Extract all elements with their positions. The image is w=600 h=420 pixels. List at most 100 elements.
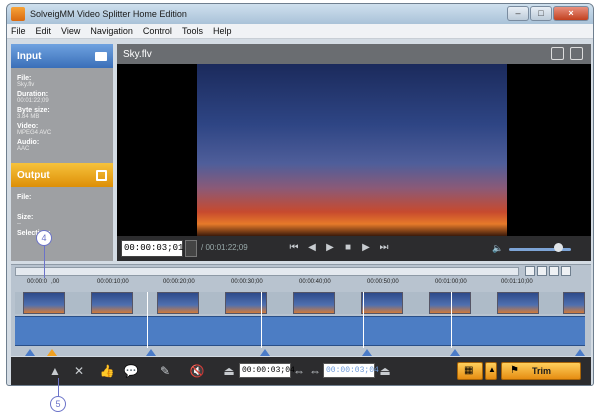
info-key: Byte size: [17, 107, 50, 114]
info-key: File: [17, 194, 32, 201]
save-icon[interactable] [96, 169, 107, 181]
input-panel-header[interactable]: Input [11, 44, 113, 68]
set-start-icon[interactable]: ⏏ [221, 363, 237, 379]
thumbs-up-icon[interactable]: 👍 [99, 363, 115, 379]
open-folder-icon[interactable] [95, 51, 107, 61]
zoom-reset-icon[interactable] [561, 266, 571, 276]
comment-icon[interactable]: 💬 [123, 363, 139, 379]
menu-edit[interactable]: Edit [36, 26, 52, 36]
thumbnail [91, 292, 133, 314]
input-info: File: Sky.flv Duration: 00:01:22;09 Byte… [11, 68, 113, 163]
info-value: 3.84 MB [17, 114, 40, 120]
video-filename: Sky.flv [123, 48, 152, 60]
marker-line [363, 292, 364, 348]
end-time-field[interactable]: 00:00:03;04 [323, 363, 379, 378]
zoom-fit-icon[interactable] [549, 266, 559, 276]
output-panel-header[interactable]: Output [11, 163, 113, 187]
menu-help[interactable]: Help [213, 26, 232, 36]
trash-icon[interactable] [570, 47, 583, 60]
link-icon[interactable]: ⇔ [307, 363, 323, 379]
remove-marker-icon[interactable]: ✕ [71, 363, 87, 379]
film-icon: ▦ [464, 365, 474, 376]
edit-toolbar: ▲ ✕ 👍 💬 ✎ 🔇 ⏏ 00:00:03;04 ⇔ ⇔ 00:00:03;0… [11, 357, 591, 385]
trim-label: Trim [532, 366, 552, 376]
playback-controls: 00:00:03;01 / 00:01:22;09 ⏮ ◀ ▶ ■ ▶ ⏭ 🔈 [117, 236, 591, 261]
jump-start-icon[interactable]: ⏮ [287, 241, 301, 255]
film-button[interactable]: ▦ [457, 362, 483, 380]
info-key: Video: [17, 123, 39, 130]
edit-icon[interactable]: ✎ [157, 363, 173, 379]
menu-navigation[interactable]: Navigation [90, 26, 133, 36]
thumbnail [497, 292, 539, 314]
time-spinner[interactable] [185, 240, 197, 257]
zoom-in-icon[interactable] [525, 266, 535, 276]
zoom-out-icon[interactable] [537, 266, 547, 276]
video-preview-image [197, 64, 507, 236]
volume-icon[interactable]: 🔈 [492, 243, 503, 254]
step-back-icon[interactable]: ◀ [305, 241, 319, 255]
jump-end-icon[interactable]: ⏭ [377, 241, 391, 255]
stop-icon[interactable]: ■ [341, 241, 355, 255]
marker[interactable] [362, 349, 372, 356]
trim-button[interactable]: ⚑ Trim [501, 362, 581, 380]
snapshot-icon[interactable] [551, 47, 564, 60]
set-end-icon[interactable]: ⏏ [377, 363, 393, 379]
marker-line [451, 292, 452, 348]
menu-control[interactable]: Control [143, 26, 172, 36]
mute-icon[interactable]: 🔇 [189, 363, 205, 379]
info-sidebar: Input File: Sky.flv Duration: 00:01:22;0… [11, 44, 113, 261]
info-key: Duration: [17, 91, 49, 98]
add-marker-icon[interactable]: ▲ [47, 363, 63, 379]
info-value [17, 201, 107, 211]
app-logo-icon [11, 7, 25, 21]
tick-label: 00:00:30;00 [231, 279, 263, 285]
marker-line [261, 292, 262, 348]
marker[interactable] [575, 349, 585, 356]
marker-line [147, 292, 148, 348]
volume-knob[interactable] [554, 243, 563, 252]
thumbnail [361, 292, 403, 314]
callout-line [44, 246, 45, 278]
info-key: Audio: [17, 139, 40, 146]
close-button[interactable]: × [553, 6, 589, 21]
play-icon[interactable]: ▶ [323, 241, 337, 255]
video-frame[interactable] [117, 64, 591, 236]
thumbnail [563, 292, 585, 314]
tick-label: ,00 [51, 279, 60, 285]
menu-view[interactable]: View [61, 26, 80, 36]
output-panel-title: Output [17, 169, 50, 181]
maximize-button[interactable]: □ [530, 6, 552, 21]
input-panel-title: Input [17, 50, 42, 62]
step-forward-icon[interactable]: ▶ [359, 241, 373, 255]
marker[interactable] [450, 349, 460, 356]
thumbnail-strip[interactable] [15, 292, 585, 314]
marker[interactable] [25, 349, 35, 356]
info-key: File: [17, 75, 32, 82]
start-time-field[interactable]: 00:00:03;04 [239, 363, 295, 378]
info-key: Selection: [17, 230, 51, 237]
video-header: Sky.flv [117, 44, 591, 64]
timeline-panel: 00:00:0 ,00 00:00:10;00 00:00:20;00 00:0… [11, 264, 591, 356]
video-player: Sky.flv 00:00:03;01 / 00:01:22;09 ⏮ ◀ ▶ … [117, 44, 591, 261]
window-title: SolveigMM Video Splitter Home Edition [30, 9, 187, 19]
audio-waveform[interactable] [15, 316, 585, 346]
app-window: SolveigMM Video Splitter Home Edition – … [6, 3, 594, 386]
marker[interactable] [146, 349, 156, 356]
menu-file[interactable]: File [11, 26, 26, 36]
tick-label: 00:00:40;00 [299, 279, 331, 285]
current-time-field[interactable]: 00:00:03;01 [121, 240, 183, 257]
marker-track [15, 349, 585, 357]
current-marker[interactable] [47, 349, 57, 356]
minimize-button[interactable]: – [507, 6, 529, 21]
tick-label: 00:00:10;00 [97, 279, 129, 285]
thumbnail [429, 292, 471, 314]
swap-icon[interactable]: ⇔ [291, 363, 307, 379]
chevron-up-icon: ▲ [488, 365, 496, 374]
tick-label: 00:01:10;00 [501, 279, 533, 285]
info-key: Size: [17, 214, 34, 221]
menu-tools[interactable]: Tools [182, 26, 203, 36]
marker[interactable] [260, 349, 270, 356]
callout-line [58, 378, 59, 396]
film-dropdown-button[interactable]: ▲ [485, 362, 497, 380]
timeline-scrollbar[interactable] [15, 267, 519, 276]
